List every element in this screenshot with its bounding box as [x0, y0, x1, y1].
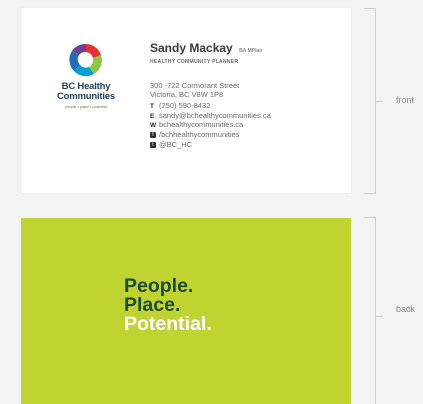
- logo-name-line2: Communities: [57, 91, 115, 102]
- person-title: HEALTHY COMMUNITY PLANNER: [150, 59, 239, 65]
- person-name: Sandy Mackay: [150, 41, 233, 55]
- back-bracket: [364, 217, 376, 404]
- logo-tagline: people • place • potential: [65, 105, 107, 109]
- twitter-row: t @BC_HC: [150, 140, 271, 150]
- front-label: front: [396, 95, 415, 105]
- contacts-list: T (250) 590-8432 Esandy@bchealthycommunit…: [150, 101, 271, 150]
- facebook-icon: f: [150, 130, 159, 140]
- logo-mark-icon: [69, 43, 102, 77]
- business-card-front: BC Healthy Communities people • place • …: [21, 8, 351, 193]
- person-credentials: BA MPlan: [239, 48, 263, 54]
- web-row: Wbchealthycommunities.ca: [150, 120, 271, 130]
- address: 300 -722 Cormorant Street Victoria, BC V…: [150, 81, 271, 100]
- business-card-back: People. Place. Potential.: [21, 218, 351, 404]
- back-label: back: [396, 304, 416, 314]
- twitter-icon: t: [150, 140, 159, 150]
- contact-info: Sandy Mackay BA MPlan HEALTHY COMMUNITY …: [150, 39, 271, 150]
- twitter-handle: @BC_HC: [159, 140, 193, 149]
- logo-name: BC Healthy Communities: [55, 82, 117, 102]
- phone-number: (250) 590-8432: [159, 100, 211, 110]
- front-bracket-tick: [376, 101, 383, 102]
- website: bchealthycommunities.ca: [159, 120, 244, 130]
- facebook-row: f/bchhealthycommunities: [150, 130, 271, 140]
- person-name-row: Sandy Mackay BA MPlan: [150, 39, 271, 57]
- address-line1: 300 -722 Cormorant Street: [150, 81, 240, 90]
- phone-row: T (250) 590-8432: [150, 101, 271, 111]
- slogan: People. Place. Potential.: [124, 276, 212, 335]
- front-bracket: [364, 8, 376, 194]
- address-line2: Victoria, BC V8W 1P8: [150, 90, 224, 100]
- email-address: sandy@bchealthycommunities.ca: [159, 110, 271, 120]
- facebook-handle: /bchhealthycommunities: [159, 130, 240, 140]
- back-bracket-tick: [376, 316, 383, 317]
- email-row: Esandy@bchealthycommunities.ca: [150, 111, 271, 121]
- slogan-line-potential: Potential.: [124, 313, 212, 335]
- logo: BC Healthy Communities people • place • …: [55, 40, 117, 109]
